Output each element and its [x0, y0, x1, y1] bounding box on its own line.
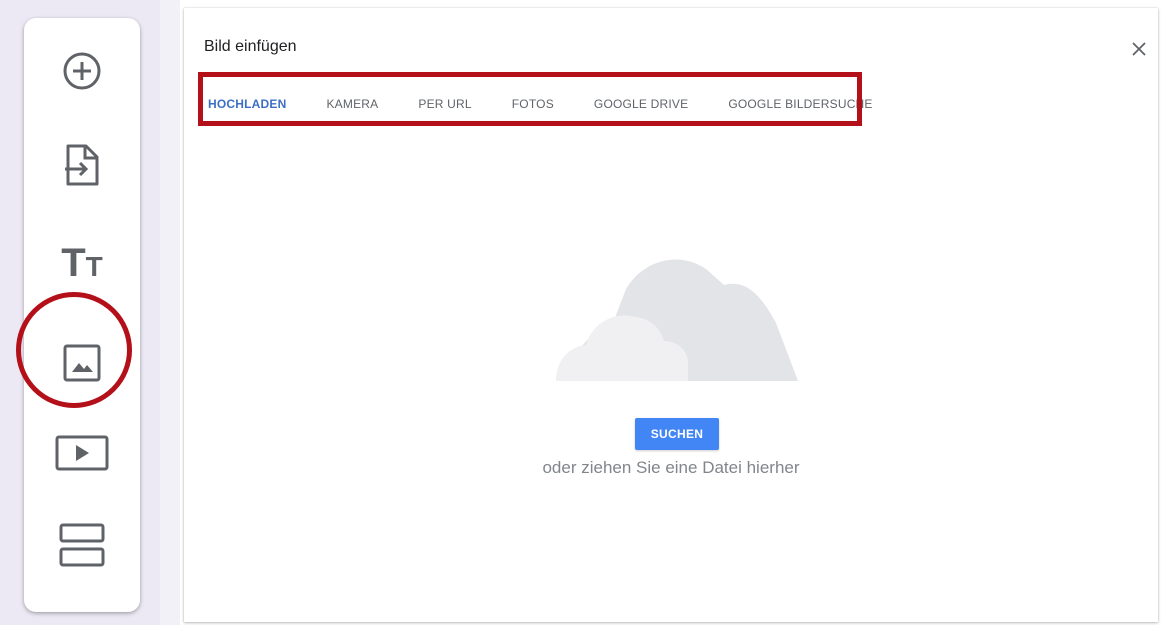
tab-hochladen[interactable]: HOCHLADEN — [201, 92, 293, 126]
tab-per-url[interactable]: PER URL — [418, 92, 471, 116]
video-icon — [55, 435, 109, 471]
add-question-button[interactable] — [24, 26, 140, 116]
add-circle-icon — [62, 51, 102, 91]
add-image-button[interactable] — [24, 318, 140, 408]
tab-kamera[interactable]: KAMERA — [326, 92, 378, 116]
question-toolbar: TT — [24, 18, 140, 612]
close-button[interactable] — [1128, 38, 1150, 60]
tab-google-drive[interactable]: GOOGLE DRIVE — [594, 92, 688, 116]
import-icon — [64, 143, 100, 187]
tab-google-bildersuche[interactable]: GOOGLE BILDERSUCHE — [728, 92, 872, 116]
add-section-button[interactable] — [24, 500, 140, 590]
close-icon — [1128, 42, 1150, 64]
title-text-icon: TT — [61, 241, 103, 285]
add-video-button[interactable] — [24, 408, 140, 498]
image-icon — [63, 344, 101, 382]
backdrop-gap — [160, 0, 180, 625]
add-title-button[interactable]: TT — [24, 218, 140, 308]
import-questions-button[interactable] — [24, 120, 140, 210]
drop-hint-text: oder ziehen Sie eine Datei hierher — [542, 458, 800, 477]
search-button[interactable]: SUCHEN — [635, 418, 719, 450]
tab-fotos[interactable]: FOTOS — [512, 92, 554, 116]
insert-image-dialog: Bild einfügen HOCHLADEN KAMERA PER URL F… — [184, 8, 1158, 622]
cloud-upload-icon — [556, 253, 801, 388]
section-icon — [59, 523, 105, 567]
tab-bar: HOCHLADEN KAMERA PER URL FOTOS GOOGLE DR… — [201, 92, 873, 126]
dialog-title: Bild einfügen — [204, 38, 297, 55]
